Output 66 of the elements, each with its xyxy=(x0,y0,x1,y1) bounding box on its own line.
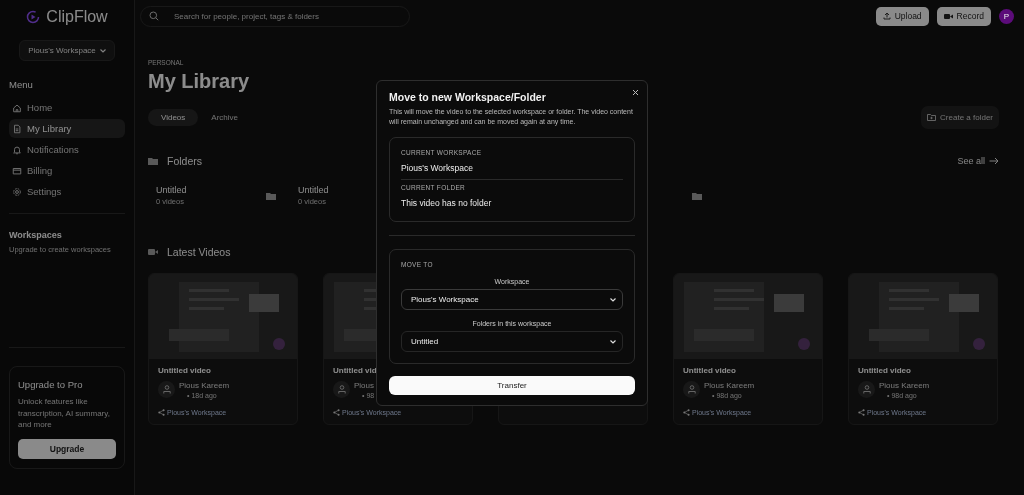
share-icon xyxy=(683,409,690,416)
bell-icon xyxy=(12,144,22,155)
search-icon xyxy=(149,10,159,21)
video-title: Untitled vid xyxy=(333,366,378,375)
author-name: Pious Kareem xyxy=(704,381,755,390)
share-icon xyxy=(333,409,340,416)
share-icon xyxy=(858,409,865,416)
author-name: Pious Kareem xyxy=(179,381,230,390)
see-all-link[interactable]: See all xyxy=(957,156,999,166)
logo-icon xyxy=(26,10,41,24)
caret-icon xyxy=(610,339,616,344)
app-name: ClipFlow xyxy=(46,8,108,26)
workspaces-heading: Workspaces xyxy=(9,230,63,240)
workspace-selector[interactable]: Pious's Workspace xyxy=(19,40,115,61)
page-title: My Library xyxy=(148,70,250,93)
user-icon xyxy=(858,381,875,398)
camera-icon xyxy=(943,12,953,20)
caret-icon xyxy=(99,48,106,53)
nav-item[interactable]: Settings xyxy=(9,182,125,201)
user-avatar[interactable]: P xyxy=(999,8,1014,24)
close-button[interactable] xyxy=(632,89,639,96)
workspace-select[interactable]: Pious's Workspace xyxy=(401,289,623,311)
folder-name[interactable]: Untitled xyxy=(156,185,266,195)
create-folder-button[interactable]: Create a folder xyxy=(921,106,999,129)
nav-item[interactable]: My Library xyxy=(9,119,125,138)
folder-icon xyxy=(692,191,702,200)
transfer-button[interactable]: Transfer xyxy=(389,376,635,396)
upload-button[interactable]: Upload xyxy=(875,6,929,26)
upgrade-button[interactable]: Upgrade xyxy=(18,439,116,459)
video-title: Untitled video xyxy=(683,366,737,375)
section-title: Latest Videos xyxy=(167,246,231,258)
record-button[interactable]: Record xyxy=(936,6,991,26)
user-icon xyxy=(333,381,350,398)
folder-icon xyxy=(148,157,158,165)
folder-select[interactable]: Untitled xyxy=(401,331,623,353)
section-title: Folders xyxy=(167,155,202,167)
upgrade-title: Upgrade to Pro xyxy=(18,379,84,391)
share-icon xyxy=(158,409,165,416)
video-camera-icon xyxy=(148,248,158,256)
current-folder: This video has no folder xyxy=(401,198,493,209)
author-name: Pious Kareem xyxy=(879,381,930,390)
current-workspace: Pious's Workspace xyxy=(401,163,474,174)
nav-item[interactable]: Notifications xyxy=(9,140,125,159)
menu-heading: Menu xyxy=(9,79,34,90)
nav-item[interactable]: Billing xyxy=(9,161,125,180)
caret-icon xyxy=(610,297,616,302)
settings-icon xyxy=(12,186,22,197)
upload-icon xyxy=(882,12,891,20)
folder-icon xyxy=(266,191,276,200)
home-icon xyxy=(12,102,22,113)
user-icon xyxy=(683,381,700,398)
arrow-right-icon xyxy=(989,157,999,165)
nav-item[interactable]: Home xyxy=(9,98,125,117)
document-icon xyxy=(12,123,22,134)
author-name: Pious xyxy=(354,381,375,390)
tab[interactable]: Videos xyxy=(148,109,199,126)
card-icon xyxy=(12,165,22,176)
search-field[interactable]: Search for people, project, tags & folders xyxy=(140,5,410,27)
video-title: Untitled video xyxy=(858,366,912,375)
video-title: Untitled video xyxy=(158,366,212,375)
folder-plus-icon xyxy=(927,114,937,121)
user-icon xyxy=(158,381,175,398)
tab[interactable]: Archive xyxy=(198,109,251,126)
close-icon xyxy=(632,89,639,96)
dialog-title: Move to new Workspace/Folder xyxy=(389,91,547,103)
upgrade-text: Unlock features like transcription, AI summary, and more xyxy=(18,396,111,430)
